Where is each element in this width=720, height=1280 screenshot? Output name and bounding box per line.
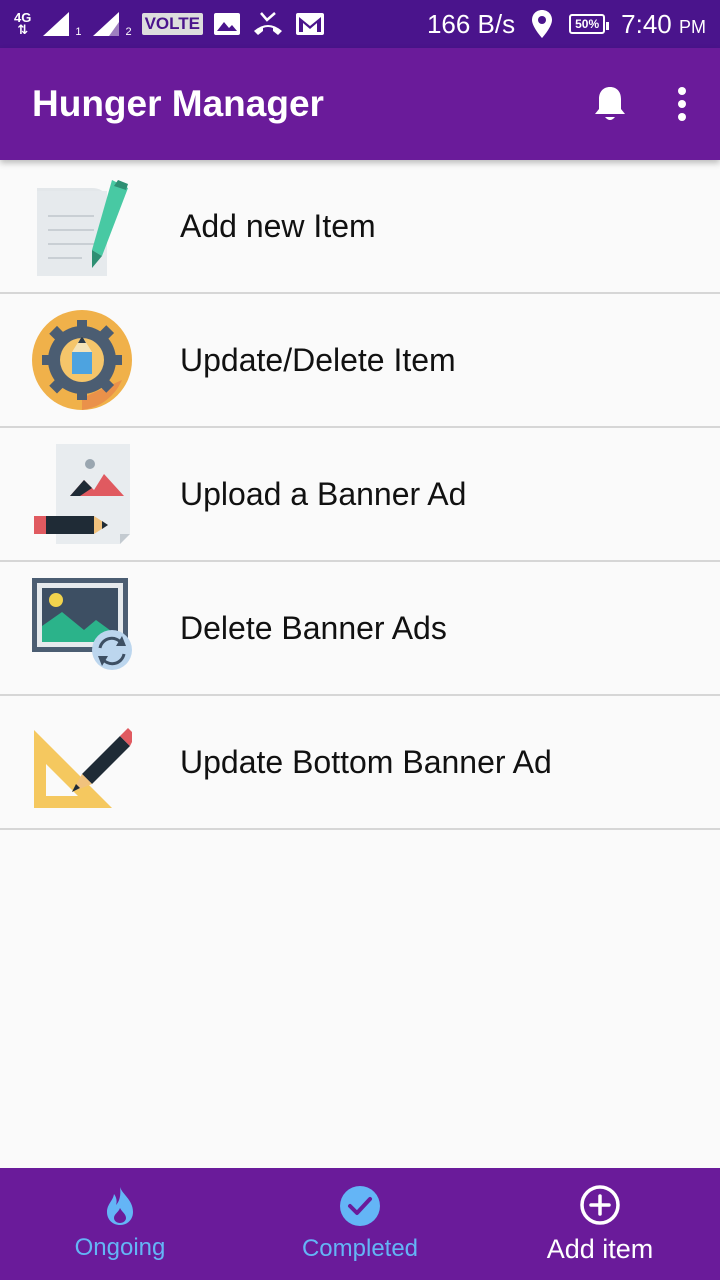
signal-sim1-icon [43, 12, 70, 36]
tab-add-item-label: Add item [546, 1233, 654, 1264]
notifications-button[interactable] [592, 84, 628, 124]
sim2-label: 2 [125, 26, 132, 38]
document-pen-icon [37, 180, 128, 276]
missed-call-icon [254, 12, 283, 35]
menu-item-label: Update Bottom Banner Ad [180, 743, 552, 780]
bell-icon [595, 87, 625, 120]
app-title: Hunger Manager [32, 83, 324, 124]
overflow-menu-button[interactable] [676, 86, 688, 122]
add-circle-icon [580, 1184, 620, 1225]
clock: 7:40 PM [621, 9, 706, 40]
image-refresh-icon [32, 578, 132, 670]
more-vert-icon [678, 87, 686, 121]
app-bar: Hunger Manager [0, 48, 720, 160]
gear-pencil-icon [32, 310, 132, 410]
ruler-pencil-icon [34, 728, 132, 808]
tab-completed[interactable]: Completed [240, 1168, 480, 1280]
bottom-navigation: Ongoing Completed Add item [0, 1168, 720, 1280]
check-circle-icon [340, 1186, 380, 1226]
battery-indicator: 50% [569, 14, 610, 34]
image-pencil-icon [34, 444, 130, 544]
menu-item-label: Upload a Banner Ad [180, 475, 467, 512]
tab-completed-label: Completed [301, 1235, 419, 1262]
menu-item-delete-banner-ads[interactable]: Delete Banner Ads [0, 562, 720, 696]
menu-item-update-bottom-banner-ad[interactable]: Update Bottom Banner Ad [0, 696, 720, 830]
network-type: 4G ⇅ [14, 11, 31, 37]
location-icon [532, 10, 553, 38]
tab-ongoing[interactable]: Ongoing [0, 1168, 240, 1280]
clock-time: 7:40 [621, 8, 672, 39]
menu-list: Add new Item Update/Delete Item Upload a… [0, 160, 720, 830]
data-arrows-icon: ⇅ [17, 22, 29, 37]
sim1-label: 1 [75, 26, 82, 38]
signal-sim2-icon [93, 12, 120, 36]
menu-item-upload-banner-ad[interactable]: Upload a Banner Ad [0, 428, 720, 562]
gmail-icon [296, 13, 325, 35]
clock-ampm: PM [679, 16, 706, 37]
menu-item-label: Delete Banner Ads [180, 609, 447, 646]
flame-icon [107, 1187, 133, 1225]
tab-ongoing-label: Ongoing [74, 1234, 166, 1261]
menu-item-update-delete-item[interactable]: Update/Delete Item [0, 294, 720, 428]
menu-item-label: Update/Delete Item [180, 341, 456, 378]
status-bar: 4G ⇅ 1 2 VOLTE 166 B/s 50% 7:40 PM [0, 0, 720, 48]
menu-item-add-new-item[interactable]: Add new Item [0, 160, 720, 294]
volte-badge: VOLTE [141, 13, 204, 35]
menu-item-label: Add new Item [180, 207, 376, 244]
data-speed: 166 B/s [426, 8, 516, 39]
image-notification-icon [214, 13, 241, 35]
tab-add-item[interactable]: Add item [480, 1168, 720, 1280]
